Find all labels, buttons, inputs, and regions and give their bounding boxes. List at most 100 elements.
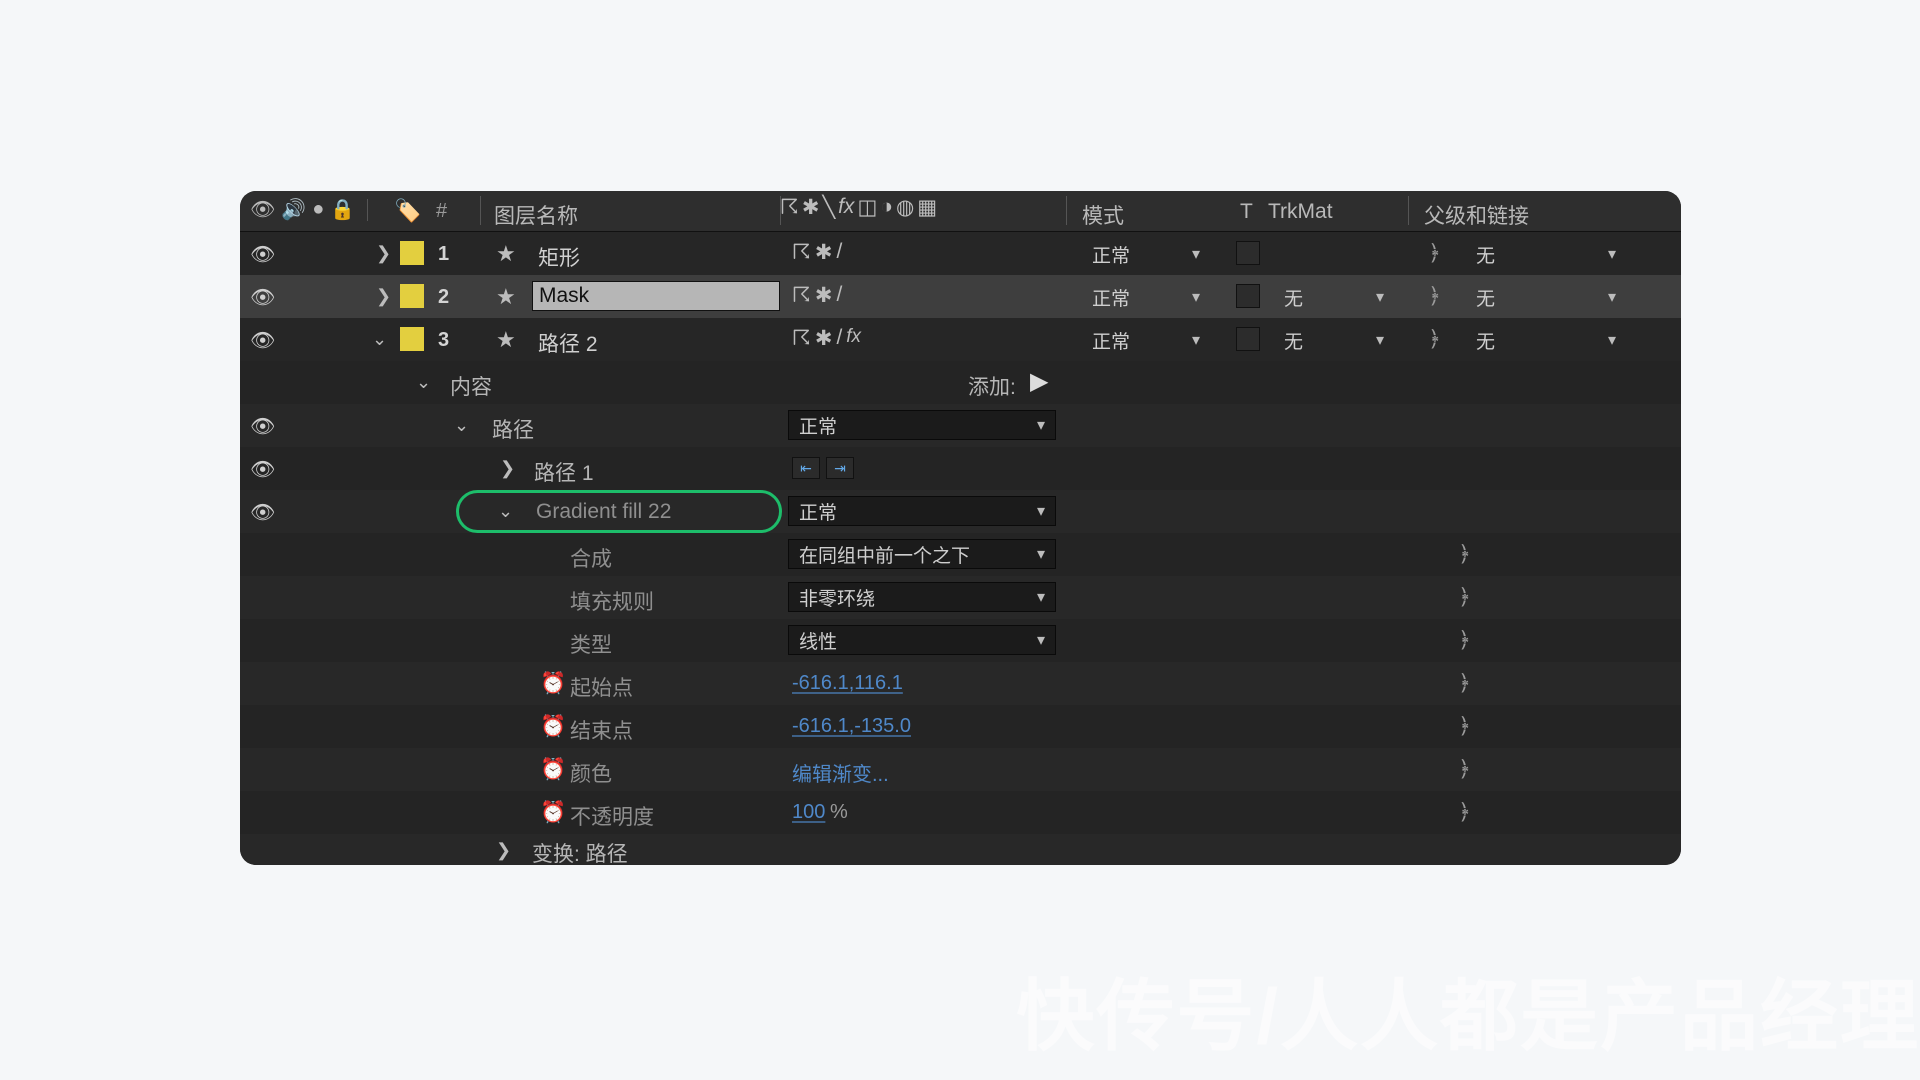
separator	[367, 199, 368, 221]
add-menu-button[interactable]: ▶	[1030, 367, 1048, 396]
pickwhip-icon[interactable]: ﴿	[1458, 541, 1471, 567]
layer-name[interactable]: 矩形	[538, 242, 580, 272]
visibility-toggle[interactable]: 👁	[250, 457, 275, 482]
opacity-value[interactable]: 100	[792, 801, 825, 824]
edit-gradient-link[interactable]: 编辑渐变...	[792, 758, 889, 787]
transform-label: 变换: 路径	[532, 838, 628, 865]
layer-row-1[interactable]: 👁 ❯ 1 ★ 矩形 ☈✱/ 正常▾ ﴿ 无▾	[240, 232, 1681, 275]
separator	[480, 196, 481, 225]
color-row: ⏰ 颜色 编辑渐变... ﴿	[240, 748, 1681, 791]
quality-icon: ╲	[822, 195, 835, 220]
trkmat-dropdown[interactable]: 无▾	[1274, 282, 1394, 312]
shape-layer-icon: ★	[496, 284, 516, 310]
end-point-row: ⏰ 结束点 -616.1,-135.0 ﴿	[240, 705, 1681, 748]
pickwhip-icon[interactable]: ﴿	[1428, 283, 1441, 309]
layer-row-2[interactable]: 👁 ❯ 2 ★ Mask ☈✱/ 正常▾ 无▾ ﴿ 无▾	[240, 275, 1681, 318]
blend-mode-dropdown[interactable]: 正常▾	[1082, 282, 1210, 312]
label-color[interactable]	[400, 284, 424, 308]
label-color[interactable]	[400, 241, 424, 265]
end-point-label: 结束点	[570, 715, 633, 745]
lock-header-icon: 🔒	[330, 197, 355, 222]
layer-switches[interactable]: ☈✱/	[792, 283, 842, 308]
trkmat-chip[interactable]	[1236, 284, 1260, 308]
opacity-label: 不透明度	[570, 801, 654, 831]
start-point-row: ⏰ 起始点 -616.1,116.1 ﴿	[240, 662, 1681, 705]
composite-dropdown[interactable]: 在同组中前一个之下▾	[788, 539, 1056, 569]
timeline-panel: 👁 🔊 ● 🔒 🏷️ # 图层名称 ☈ ✱ ╲ fx ◫ ◑ ◍ ▦ 模式 T …	[240, 191, 1681, 865]
shy-icon: ☈	[780, 195, 799, 220]
visibility-toggle[interactable]: 👁	[250, 328, 275, 353]
path-handle-icons[interactable]: ⇤ ⇥	[792, 457, 854, 479]
3d-icon: ▦	[917, 195, 937, 220]
watermark-text: 快传号/人人都是产品经理	[1016, 954, 1920, 1066]
path-out-icon[interactable]: ⇥	[826, 457, 854, 479]
fill-rule-dropdown[interactable]: 非零环绕▾	[788, 582, 1056, 612]
pickwhip-icon[interactable]: ﴿	[1458, 584, 1471, 610]
parent-dropdown[interactable]: 无▾	[1466, 282, 1626, 312]
trkmat-chip[interactable]	[1236, 241, 1260, 265]
pickwhip-icon[interactable]: ﴿	[1458, 627, 1471, 653]
column-header: 👁 🔊 ● 🔒 🏷️ # 图层名称 ☈ ✱ ╲ fx ◫ ◑ ◍ ▦ 模式 T …	[240, 191, 1681, 232]
blend-mode-dropdown[interactable]: 正常▾	[1082, 325, 1210, 355]
type-dropdown[interactable]: 线性▾	[788, 625, 1056, 655]
blend-mode-dropdown[interactable]: 正常▾	[1082, 239, 1210, 269]
shape-layer-icon: ★	[496, 241, 516, 267]
motion-blur-icon: ◑	[880, 195, 893, 220]
stopwatch-icon[interactable]: ⏰	[540, 801, 566, 825]
path-mode-dropdown[interactable]: 正常▾	[788, 410, 1056, 440]
layer-switches[interactable]: ☈✱/	[792, 240, 842, 265]
expand-toggle[interactable]: ❯	[500, 458, 515, 479]
start-point-value[interactable]: -616.1,116.1	[792, 672, 903, 695]
layer-index: 3	[438, 329, 449, 352]
expand-toggle[interactable]: ❯	[376, 243, 391, 264]
frame-blend-icon: ◫	[857, 195, 877, 220]
expand-toggle[interactable]: ⌄	[372, 329, 387, 350]
visibility-toggle[interactable]: 👁	[250, 414, 275, 439]
layer-name[interactable]: 路径 2	[538, 328, 598, 358]
visibility-toggle[interactable]: 👁	[250, 242, 275, 267]
pickwhip-icon[interactable]: ﴿	[1458, 713, 1471, 739]
pickwhip-icon[interactable]: ﴿	[1428, 326, 1441, 352]
path-in-icon[interactable]: ⇤	[792, 457, 820, 479]
stopwatch-icon[interactable]: ⏰	[540, 672, 566, 696]
trkmat-chip[interactable]	[1236, 327, 1260, 351]
stopwatch-icon[interactable]: ⏰	[540, 758, 566, 782]
end-point-value[interactable]: -616.1,-135.0	[792, 715, 911, 738]
path-1-row[interactable]: 👁 ❯ 路径 1 ⇤ ⇥	[240, 447, 1681, 490]
transform-row[interactable]: ❯ 变换: 路径	[240, 834, 1681, 865]
pickwhip-icon[interactable]: ﴿	[1458, 799, 1471, 825]
eye-header-icon: 👁	[250, 197, 275, 222]
layer-name-header: 图层名称	[494, 200, 578, 230]
path-group-row[interactable]: 👁 ⌄ 路径 正常▾	[240, 404, 1681, 447]
parent-dropdown[interactable]: 无▾	[1466, 239, 1626, 269]
pickwhip-icon[interactable]: ﴿	[1458, 670, 1471, 696]
collapse-icon: ✱	[802, 195, 820, 220]
expand-toggle[interactable]: ❯	[376, 286, 391, 307]
layer-row-3[interactable]: 👁 ⌄ 3 ★ 路径 2 ☈✱/fx 正常▾ 无▾ ﴿ 无▾	[240, 318, 1681, 361]
gradient-fill-row[interactable]: 👁 ⌄ Gradient fill 22 正常▾	[240, 490, 1681, 533]
parent-dropdown[interactable]: 无▾	[1466, 325, 1626, 355]
pickwhip-icon[interactable]: ﴿	[1428, 240, 1441, 266]
expand-toggle[interactable]: ❯	[496, 840, 511, 861]
stopwatch-icon[interactable]: ⏰	[540, 715, 566, 739]
fill-rule-row: 填充规则 非零环绕▾ ﴿	[240, 576, 1681, 619]
composite-label: 合成	[570, 543, 612, 573]
label-color[interactable]	[400, 327, 424, 351]
color-label: 颜色	[570, 758, 612, 788]
fill-rule-label: 填充规则	[570, 586, 654, 616]
expand-toggle[interactable]: ⌄	[416, 372, 431, 393]
index-header: #	[436, 200, 447, 223]
adjustment-icon: ◍	[896, 195, 914, 220]
contents-row[interactable]: ⌄ 内容 添加: ▶	[240, 361, 1681, 404]
visibility-toggle[interactable]: 👁	[250, 285, 275, 310]
gradient-mode-dropdown[interactable]: 正常▾	[788, 496, 1056, 526]
trkmat-dropdown[interactable]: 无▾	[1274, 325, 1394, 355]
highlight-annotation	[456, 490, 782, 533]
opacity-unit: %	[830, 801, 848, 824]
layer-switches[interactable]: ☈✱/fx	[792, 326, 861, 351]
visibility-toggle[interactable]: 👁	[250, 500, 275, 525]
pickwhip-icon[interactable]: ﴿	[1458, 756, 1471, 782]
expand-toggle[interactable]: ⌄	[454, 415, 469, 436]
type-row: 类型 线性▾ ﴿	[240, 619, 1681, 662]
layer-name[interactable]: Mask	[532, 281, 780, 311]
